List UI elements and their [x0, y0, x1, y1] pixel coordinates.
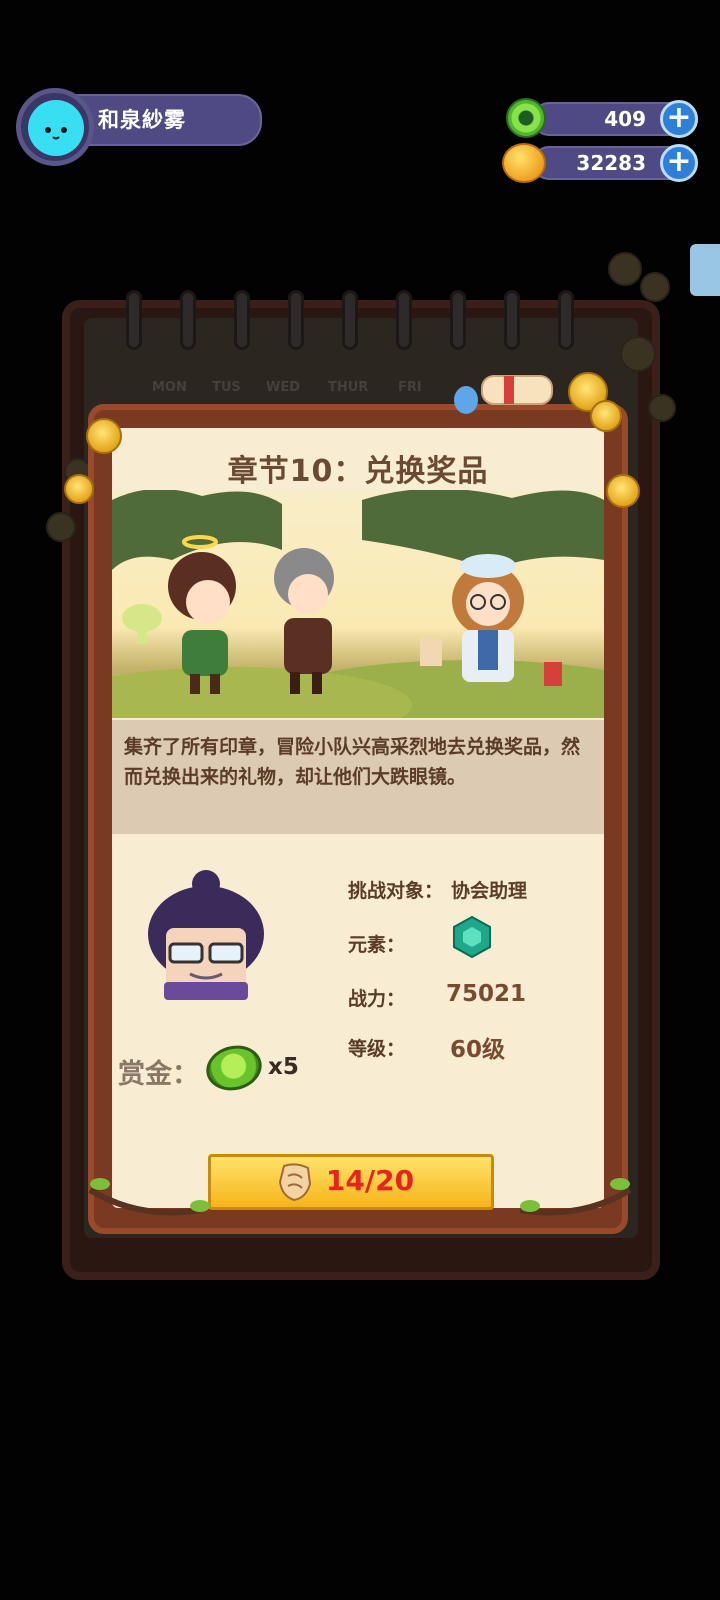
weekday-label: WED	[266, 380, 301, 395]
level-label: 等级：	[348, 1038, 406, 1060]
weekday-label: TUS	[212, 380, 241, 395]
story-illustration	[112, 490, 604, 718]
power-label: 战力：	[348, 988, 406, 1010]
planet-coin-icon	[502, 143, 546, 183]
bounty-label: 赏金：	[118, 1059, 199, 1090]
coin-icon	[640, 272, 670, 302]
coin-icon	[606, 474, 640, 508]
coin-icon	[46, 512, 76, 542]
add-gems-button[interactable]: +	[660, 100, 698, 138]
coin-icon	[648, 394, 676, 422]
enemy-portrait	[144, 870, 268, 1002]
weekday-label: MON	[152, 380, 187, 395]
challenge-target-value: 协会助理	[451, 880, 528, 902]
power-value: 75021	[446, 981, 527, 1007]
player-name: 和泉紗雾	[98, 108, 186, 132]
coin-icon	[620, 336, 656, 372]
notebook-ring	[180, 290, 196, 350]
vine-decoration	[88, 1178, 632, 1216]
level-value: 60级	[450, 1037, 506, 1063]
notebook-ring	[342, 290, 358, 350]
weekday-label: FRI	[398, 380, 422, 395]
notebook-ring	[450, 290, 466, 350]
coin-icon	[608, 252, 642, 286]
add-coins-button[interactable]: +	[660, 144, 698, 182]
notebook-ring	[504, 290, 520, 350]
bounty-quantity: x5	[268, 1054, 299, 1080]
chapter-description: 集齐了所有印章，冒险小队兴高采烈地去兑换奖品，然而兑换出来的礼物，却让他们大跌眼…	[124, 736, 581, 788]
cat-face-icon[interactable]	[28, 100, 84, 156]
coin-icon	[590, 400, 622, 432]
side-menu-tab[interactable]	[690, 244, 720, 296]
chapter-title: 章节10：兑换奖品	[227, 454, 489, 489]
notebook-ring	[288, 290, 304, 350]
notebook-ring	[234, 290, 250, 350]
notebook-ring	[396, 290, 412, 350]
hexagon-gem-icon	[452, 915, 492, 959]
challenge-target-label: 挑战对象：	[348, 880, 444, 902]
green-gem-icon	[506, 98, 546, 138]
scroll-icon	[454, 375, 553, 414]
element-label: 元素：	[348, 934, 406, 956]
notebook-ring	[558, 290, 574, 350]
coin-icon	[64, 474, 94, 504]
weekday-label: THUR	[328, 380, 369, 395]
notebook-ring	[126, 290, 142, 350]
